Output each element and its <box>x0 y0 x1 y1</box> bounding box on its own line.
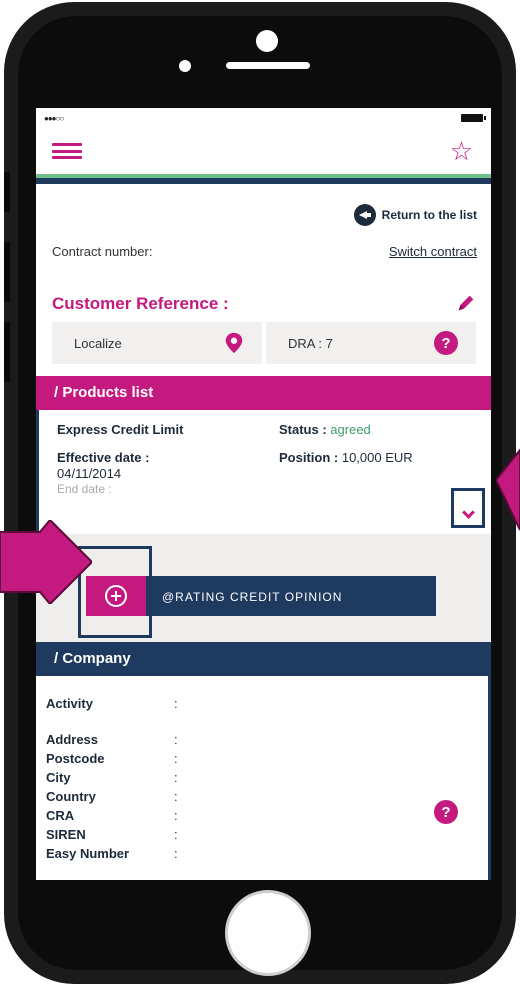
pencil-icon[interactable] <box>455 292 477 314</box>
company-field-address: Address <box>46 732 99 747</box>
speaker-icon <box>226 62 310 69</box>
effective-date-label: Effective date : <box>57 450 150 465</box>
company-help-icon[interactable]: ? <box>434 800 458 824</box>
product-status: Status : agreed <box>279 422 371 437</box>
field-separator: : <box>174 751 178 766</box>
switch-contract-link[interactable]: Switch contract <box>389 244 477 259</box>
company-section-header: / Company <box>36 642 491 676</box>
signal-indicator: ●●●○○ <box>44 114 64 123</box>
camera-icon <box>256 30 278 52</box>
action-tiles: Localize DRA : 7 ? <box>52 322 476 364</box>
products-section-header: / Products list <box>36 376 491 410</box>
localize-tile[interactable]: Localize <box>52 322 262 364</box>
effective-date-value: 04/11/2014 <box>57 466 122 481</box>
pointer-arrow-right-icon <box>496 448 520 531</box>
position-value: 10,000 EUR <box>341 450 413 465</box>
pointer-arrow-left-icon <box>0 520 92 604</box>
chevron-down-icon <box>461 506 475 519</box>
rating-button-label: @RATING CREDIT OPINION <box>162 590 343 604</box>
end-date-label: End date : <box>57 482 112 496</box>
app-header: ☆ <box>36 126 491 184</box>
expand-product-button[interactable] <box>451 488 485 528</box>
return-label: Return to the list <box>381 208 477 222</box>
contract-number-label: Contract number: <box>52 244 153 259</box>
map-pin-icon <box>225 332 243 354</box>
company-field-siren: SIREN <box>46 827 86 842</box>
mute-switch <box>4 172 10 212</box>
sensor-icon <box>179 60 191 72</box>
field-separator: : <box>174 789 178 804</box>
field-separator: : <box>174 808 178 823</box>
customer-reference-title: Customer Reference : <box>52 294 229 313</box>
company-field-country: Country <box>46 789 96 804</box>
volume-up-button <box>4 242 10 302</box>
company-details: Activity : Address : Postcode : City : C… <box>36 676 491 880</box>
return-to-list-link[interactable]: Return to the list <box>353 204 477 226</box>
product-position: Position : 10,000 EUR <box>279 450 413 465</box>
status-bar: ●●●○○ <box>36 108 491 126</box>
status-value: agreed <box>330 422 371 437</box>
volume-down-button <box>4 322 10 382</box>
product-name: Express Credit Limit <box>57 422 184 437</box>
field-separator: : <box>174 770 178 785</box>
app-screen: ●●●○○ ☆ Return to the list Contract numb… <box>36 108 491 880</box>
product-card: Express Credit Limit Status : agreed Eff… <box>36 410 491 534</box>
dra-tile[interactable]: DRA : 7 ? <box>266 322 476 364</box>
star-icon[interactable]: ☆ <box>450 136 473 167</box>
company-field-activity: Activity <box>46 696 93 711</box>
dra-label: DRA : 7 <box>288 335 333 351</box>
company-field-easy-number: Easy Number <box>46 846 130 861</box>
position-label: Position : <box>279 450 339 465</box>
localize-label: Localize <box>74 335 122 351</box>
field-separator: : <box>174 696 178 711</box>
company-field-cra: CRA <box>46 808 75 823</box>
company-field-postcode: Postcode <box>46 751 105 766</box>
field-separator: : <box>174 732 178 747</box>
field-separator: : <box>174 827 178 842</box>
home-button[interactable] <box>225 890 311 976</box>
company-field-city: City <box>46 770 71 785</box>
status-label: Status : <box>279 422 327 437</box>
back-arrow-icon <box>353 204 376 226</box>
help-icon[interactable]: ? <box>434 331 458 355</box>
field-separator: : <box>174 846 178 861</box>
battery-icon <box>461 114 486 122</box>
hamburger-icon[interactable] <box>52 143 82 159</box>
